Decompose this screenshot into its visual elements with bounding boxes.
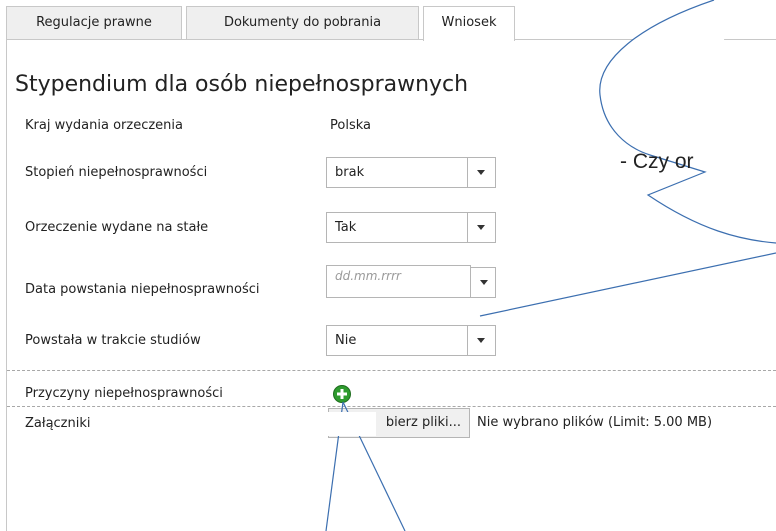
permanent-selected-value: Tak	[335, 220, 357, 235]
tab-label: Wniosek	[441, 15, 497, 30]
degree-select[interactable]: brak	[326, 157, 496, 188]
causes-label: Przyczyny niepełnosprawności	[25, 386, 223, 401]
during-studies-selected-value: Nie	[335, 333, 357, 348]
callout-text: - Czy or	[620, 150, 694, 173]
onset-date-picker-button[interactable]	[470, 267, 496, 298]
tab-dokumenty-do-pobrania[interactable]: Dokumenty do pobrania	[186, 6, 419, 39]
divider	[7, 406, 776, 407]
country-label: Kraj wydania orzeczenia	[25, 118, 183, 133]
onset-date-input[interactable]: dd.mm.rrrr	[326, 265, 471, 298]
tab-underline-left	[6, 39, 423, 40]
degree-label: Stopień niepełnosprawności	[25, 165, 208, 180]
plus-circle-icon[interactable]	[333, 385, 351, 403]
chevron-down-icon[interactable]	[467, 326, 495, 355]
divider	[7, 370, 776, 371]
page-title: Stypendium dla osób niepełnosprawnych	[15, 72, 469, 97]
during-studies-select[interactable]: Nie	[326, 325, 496, 356]
permanent-label: Orzeczenie wydane na stałe	[25, 220, 209, 235]
tab-label: Dokumenty do pobrania	[223, 15, 382, 30]
degree-selected-value: brak	[335, 165, 365, 180]
permanent-select[interactable]: Tak	[326, 212, 496, 243]
tab-wniosek[interactable]: Wniosek	[423, 6, 515, 41]
onset-date-label: Data powstania niepełnosprawności	[25, 282, 260, 297]
chevron-down-icon	[471, 268, 495, 297]
country-value: Polska	[330, 118, 371, 133]
chevron-down-icon[interactable]	[467, 213, 495, 242]
chevron-down-icon[interactable]	[467, 158, 495, 187]
speech-bubble	[599, 0, 776, 244]
callout-line	[479, 252, 776, 317]
panel-border	[6, 40, 7, 531]
onset-date-placeholder: dd.mm.rrrr	[335, 269, 401, 283]
tab-label: Regulacje prawne	[36, 15, 152, 30]
tab-regulacje-prawne[interactable]: Regulacje prawne	[6, 6, 182, 39]
attachments-label: Załączniki	[25, 416, 91, 431]
choose-files-button[interactable]: bierz pliki...	[328, 408, 470, 438]
file-status-text: Nie wybrano plików (Limit: 5.00 MB)	[477, 415, 713, 430]
during-studies-label: Powstała w trakcie studiów	[25, 333, 201, 348]
tab-underline-right	[515, 39, 776, 40]
